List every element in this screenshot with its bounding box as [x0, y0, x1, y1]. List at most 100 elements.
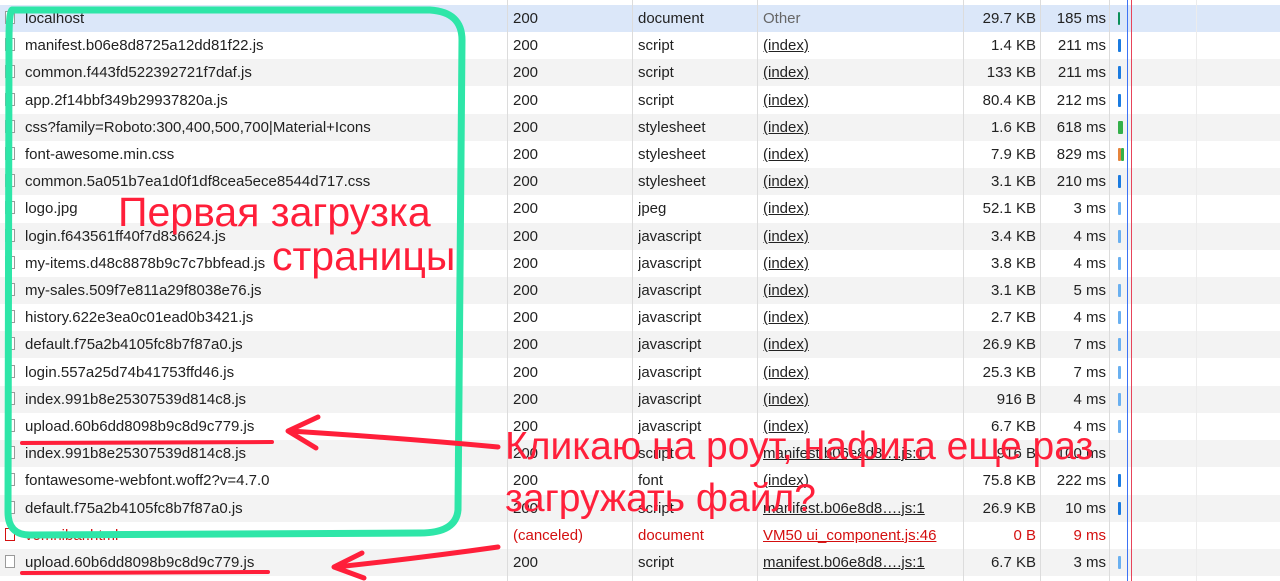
- request-name[interactable]: upload.60b6dd8098b9c8d9c779.js: [25, 549, 254, 576]
- column-divider[interactable]: [1109, 0, 1110, 581]
- waterfall-bar[interactable]: [1118, 202, 1121, 215]
- request-name-cell[interactable]: css?family=Roboto:300,400,500,700|Materi…: [0, 114, 506, 141]
- column-divider[interactable]: [963, 0, 964, 581]
- request-row[interactable]: app.2f14bbf349b29937820a.js 200 script (ind…: [0, 87, 1280, 114]
- waterfall-bar[interactable]: [1118, 338, 1121, 351]
- waterfall-bar[interactable]: [1118, 474, 1121, 487]
- request-initiator[interactable]: VM50 ui_component.js:46: [763, 527, 936, 544]
- request-initiator[interactable]: (index): [763, 282, 809, 299]
- waterfall-bar[interactable]: [1118, 420, 1121, 433]
- request-row[interactable]: css?family=Roboto:300,400,500,700|Materi…: [0, 114, 1280, 141]
- waterfall-bar[interactable]: [1118, 94, 1121, 107]
- request-name[interactable]: manifest.b06e8d8725a12dd81f22.js: [25, 32, 264, 59]
- request-row[interactable]: localhost 200 document Other 29.7 KB 185 ms: [0, 5, 1280, 32]
- request-name[interactable]: vomnibar.html: [25, 522, 118, 549]
- request-name[interactable]: default.f75a2b4105fc8b7f87a0.js: [25, 495, 243, 522]
- request-name-cell[interactable]: default.f75a2b4105fc8b7f87a0.js: [0, 331, 506, 358]
- request-name[interactable]: fontawesome-webfont.woff2?v=4.7.0: [25, 467, 269, 494]
- request-initiator[interactable]: (index): [763, 228, 809, 245]
- request-name[interactable]: index.991b8e25307539d814c8.js: [25, 386, 246, 413]
- waterfall-bar[interactable]: [1118, 121, 1123, 134]
- request-initiator[interactable]: (index): [763, 92, 809, 109]
- request-row[interactable]: default.f75a2b4105fc8b7f87a0.js 200 javasc…: [0, 331, 1280, 358]
- request-name-cell[interactable]: upload.60b6dd8098b9c8d9c779.js: [0, 549, 506, 576]
- waterfall-bar[interactable]: [1118, 366, 1121, 379]
- request-name-cell[interactable]: app.2f14bbf349b29937820a.js: [0, 87, 506, 114]
- request-size: 3.1 KB: [990, 282, 1036, 299]
- waterfall-bar[interactable]: [1118, 230, 1121, 243]
- request-name-cell[interactable]: history.622e3ea0c01ead0b3421.js: [0, 304, 506, 331]
- waterfall-bar[interactable]: [1118, 39, 1121, 52]
- request-name-cell[interactable]: index.991b8e25307539d814c8.js: [0, 440, 506, 467]
- request-initiator[interactable]: manifest.b06e8d8….js:1: [763, 554, 925, 571]
- request-name-cell[interactable]: upload.60b6dd8098b9c8d9c779.js: [0, 413, 506, 440]
- request-name[interactable]: common.f443fd522392721f7daf.js: [25, 59, 252, 86]
- request-name[interactable]: localhost: [25, 5, 84, 32]
- request-name[interactable]: index.991b8e25307539d814c8.js: [25, 440, 246, 467]
- request-name-cell[interactable]: font-awesome.min.css: [0, 141, 506, 168]
- request-row[interactable]: font-awesome.min.css 200 stylesheet (index)…: [0, 141, 1280, 168]
- waterfall-bar[interactable]: [1118, 311, 1121, 324]
- request-name[interactable]: history.622e3ea0c01ead0b3421.js: [25, 304, 253, 331]
- waterfall-bar[interactable]: [1118, 393, 1121, 406]
- request-name[interactable]: css?family=Roboto:300,400,500,700|Materi…: [25, 114, 371, 141]
- waterfall-bar[interactable]: [1118, 12, 1120, 25]
- request-time: 222 ms: [1056, 472, 1106, 489]
- request-row[interactable]: my-sales.509f7e811a29f8038e76.js 200 javas…: [0, 277, 1280, 304]
- request-row[interactable]: vomnibar.html (canceled) document VM50 ui_c…: [0, 522, 1280, 549]
- waterfall-bar[interactable]: [1121, 148, 1124, 161]
- request-name[interactable]: app.2f14bbf349b29937820a.js: [25, 87, 228, 114]
- request-status: 200: [513, 282, 539, 299]
- request-initiator[interactable]: (index): [763, 336, 809, 353]
- request-initiator[interactable]: (index): [763, 64, 809, 81]
- request-name-cell[interactable]: fontawesome-webfont.woff2?v=4.7.0: [0, 467, 506, 494]
- request-initiator[interactable]: (index): [763, 309, 809, 326]
- request-time: 211 ms: [1057, 37, 1106, 54]
- request-name[interactable]: default.f75a2b4105fc8b7f87a0.js: [25, 331, 243, 358]
- column-divider[interactable]: [1040, 0, 1041, 581]
- request-row[interactable]: upload.60b6dd8098b9c8d9c779.js 200 script m…: [0, 549, 1280, 576]
- request-name[interactable]: login.557a25d74b41753ffd46.js: [25, 359, 234, 386]
- request-name-cell[interactable]: index.991b8e25307539d814c8.js: [0, 386, 506, 413]
- request-name-cell[interactable]: my-sales.509f7e811a29f8038e76.js: [0, 277, 506, 304]
- request-row[interactable]: history.622e3ea0c01ead0b3421.js 200 javasc…: [0, 304, 1280, 331]
- request-initiator[interactable]: (index): [763, 391, 809, 408]
- request-row[interactable]: index.991b8e25307539d814c8.js 200 javascri…: [0, 386, 1280, 413]
- request-status-cell: 200: [513, 386, 628, 413]
- request-type: jpeg: [638, 200, 667, 217]
- request-initiator[interactable]: (index): [763, 364, 809, 381]
- file-icon: [5, 120, 15, 133]
- waterfall-bar[interactable]: [1118, 175, 1121, 188]
- request-name-cell[interactable]: default.f75a2b4105fc8b7f87a0.js: [0, 495, 506, 522]
- request-initiator[interactable]: (index): [763, 255, 809, 272]
- request-initiator[interactable]: (index): [763, 200, 809, 217]
- request-row[interactable]: manifest.b06e8d8725a12dd81f22.js 200 scrip…: [0, 32, 1280, 59]
- waterfall-bar[interactable]: [1118, 502, 1121, 515]
- request-name[interactable]: font-awesome.min.css: [25, 141, 174, 168]
- waterfall-bar[interactable]: [1118, 284, 1121, 297]
- request-size-cell: 3.1 KB: [966, 168, 1036, 195]
- request-name-cell[interactable]: vomnibar.html: [0, 522, 506, 549]
- request-initiator[interactable]: (index): [763, 119, 809, 136]
- request-row[interactable]: common.f443fd522392721f7daf.js 200 script (…: [0, 59, 1280, 86]
- request-initiator[interactable]: (index): [763, 37, 809, 54]
- request-name-cell[interactable]: common.f443fd522392721f7daf.js: [0, 59, 506, 86]
- request-initiator[interactable]: (index): [763, 146, 809, 163]
- annotation-first-load-line1: Первая загрузка: [118, 189, 431, 235]
- waterfall-bar[interactable]: [1118, 257, 1121, 270]
- request-row[interactable]: my-items.d48c8878b9c7c7bbfead.js 200 javas…: [0, 250, 1280, 277]
- request-name-cell[interactable]: localhost: [0, 5, 506, 32]
- request-name[interactable]: my-items.d48c8878b9c7c7bbfead.js: [25, 250, 265, 277]
- request-name[interactable]: my-sales.509f7e811a29f8038e76.js: [25, 277, 262, 304]
- request-row[interactable]: login.557a25d74b41753ffd46.js 200 javascri…: [0, 359, 1280, 386]
- waterfall-bar[interactable]: [1118, 66, 1121, 79]
- request-initiator[interactable]: (index): [763, 173, 809, 190]
- request-status-cell: 200: [513, 277, 628, 304]
- request-name[interactable]: upload.60b6dd8098b9c8d9c779.js: [25, 413, 254, 440]
- waterfall-bar[interactable]: [1118, 556, 1121, 569]
- request-name-cell[interactable]: login.557a25d74b41753ffd46.js: [0, 359, 506, 386]
- request-name-cell[interactable]: manifest.b06e8d8725a12dd81f22.js: [0, 32, 506, 59]
- request-time: 4 ms: [1073, 391, 1106, 408]
- request-initiator-cell: (index): [763, 32, 963, 59]
- request-name[interactable]: logo.jpg: [25, 195, 78, 222]
